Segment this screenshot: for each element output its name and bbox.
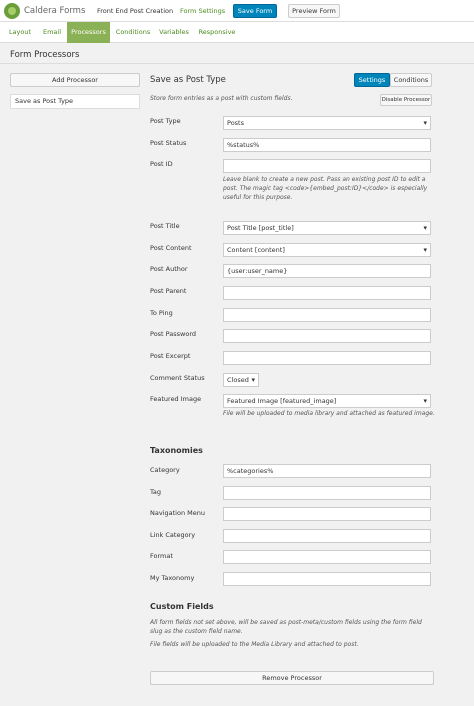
comment-status-select[interactable]: Closed — [223, 373, 259, 387]
brand-name: Caldera Forms — [24, 6, 86, 16]
processor-title: Save as Post Type — [150, 75, 226, 85]
disable-processor-button[interactable]: Disable Processor — [380, 94, 432, 106]
to-ping-input[interactable] — [223, 308, 431, 322]
tab-responsive[interactable]: Responsive — [196, 22, 238, 43]
post-status-label: Post Status — [150, 139, 187, 147]
custom-fields-note: All form fields not set above, will be s… — [150, 619, 422, 635]
post-author-input[interactable]: {user:user_name} — [223, 264, 431, 278]
tab-processor-settings[interactable]: Settings — [354, 73, 390, 87]
category-input[interactable]: %categories% — [223, 464, 431, 478]
post-content-select[interactable]: Content [content] — [223, 243, 431, 257]
tab-email[interactable]: Email — [40, 22, 64, 43]
post-content-label: Post Content — [150, 244, 192, 252]
link-category-label: Link Category — [150, 531, 196, 539]
category-label: Category — [150, 466, 180, 474]
divider — [0, 63, 474, 64]
post-excerpt-input[interactable] — [223, 351, 431, 365]
sub-navigation: Layout Email Processors Conditions Varia… — [0, 22, 474, 43]
tab-processors[interactable]: Processors — [67, 22, 110, 43]
featured-image-select[interactable]: Featured Image [featured_image] — [223, 394, 431, 408]
form-name-tab[interactable]: Front End Post Creation — [92, 0, 178, 22]
post-title-label: Post Title — [150, 222, 180, 230]
tag-label: Tag — [150, 488, 162, 496]
custom-fields-file-note: File fields will be uploaded to the Medi… — [150, 641, 359, 648]
tab-variables[interactable]: Variables — [157, 22, 191, 43]
tag-input[interactable] — [223, 486, 431, 500]
form-settings-tab[interactable]: Form Settings — [175, 0, 230, 22]
post-title-select[interactable]: Post Title [post_title] — [223, 221, 431, 235]
add-processor-button[interactable]: Add Processor — [10, 73, 140, 87]
tab-conditions[interactable]: Conditions — [113, 22, 153, 43]
post-password-input[interactable] — [223, 329, 431, 343]
tab-processor-conditions[interactable]: Conditions — [390, 73, 432, 87]
link-category-input[interactable] — [223, 529, 431, 543]
comment-status-label: Comment Status — [150, 374, 205, 382]
post-type-select[interactable]: Posts — [223, 116, 431, 130]
to-ping-label: To Ping — [150, 309, 173, 317]
post-type-label: Post Type — [150, 117, 181, 125]
format-input[interactable] — [223, 550, 431, 564]
tab-layout[interactable]: Layout — [6, 22, 34, 43]
featured-image-help: File will be uploaded to media library a… — [223, 410, 435, 417]
my-taxonomy-label: My Taxonomy — [150, 574, 195, 582]
post-parent-input[interactable] — [223, 286, 431, 300]
my-taxonomy-input[interactable] — [223, 572, 431, 586]
caldera-logo-icon — [4, 3, 20, 19]
navigation-menu-input[interactable] — [223, 507, 431, 521]
panel-title: Form Processors — [10, 50, 80, 60]
featured-image-label: Featured Image — [150, 395, 202, 403]
post-author-label: Post Author — [150, 265, 188, 273]
remove-processor-button[interactable]: Remove Processor — [150, 671, 434, 685]
format-label: Format — [150, 552, 173, 560]
post-status-input[interactable]: %status% — [223, 138, 431, 152]
navigation-menu-label: Navigation Menu — [150, 509, 205, 517]
taxonomies-heading: Taxonomies — [150, 446, 203, 455]
sidebar-item-save-as-post-type[interactable]: Save as Post Type — [10, 94, 140, 109]
save-form-button[interactable]: Save Form — [233, 4, 277, 18]
post-password-label: Post Password — [150, 330, 197, 338]
preview-form-button[interactable]: Preview Form — [288, 4, 340, 18]
post-parent-label: Post Parent — [150, 287, 187, 295]
post-id-label: Post ID — [150, 160, 173, 168]
post-id-help: Leave blank to create a new post. Pass a… — [223, 176, 428, 201]
top-bar: Caldera Forms Front End Post Creation Fo… — [0, 0, 474, 22]
post-id-input[interactable] — [223, 159, 431, 173]
post-excerpt-label: Post Excerpt — [150, 352, 191, 360]
processor-description: Store form entries as a post with custom… — [150, 95, 293, 102]
custom-fields-heading: Custom Fields — [150, 602, 214, 611]
